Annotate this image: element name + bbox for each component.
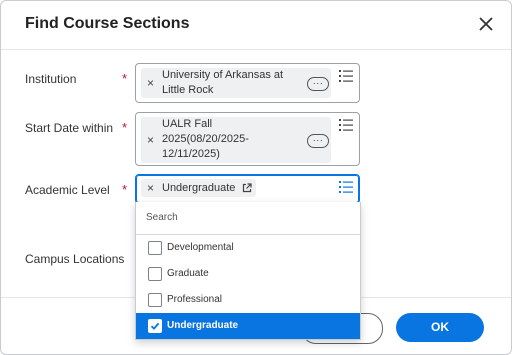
start-date-label: Start Date within — [25, 121, 114, 135]
institution-list-icon[interactable] — [339, 70, 353, 82]
academic-level-list-icon[interactable] — [339, 181, 353, 193]
start-date-value-line2: 2025(08/20/2025- — [162, 133, 249, 145]
remove-start-date-icon[interactable]: × — [147, 133, 154, 147]
start-date-required-mark: * — [122, 120, 128, 135]
option-label: Graduate — [167, 268, 209, 279]
dropdown-search-input[interactable]: Search — [146, 212, 178, 223]
academic-level-pill: × Undergraduate — [141, 179, 256, 197]
remove-academic-level-icon[interactable]: × — [147, 181, 154, 195]
external-link-icon[interactable] — [242, 183, 252, 193]
option-developmental[interactable]: Developmental — [136, 235, 360, 261]
institution-pill: × University of Arkansas at Little Rock … — [141, 68, 331, 98]
academic-level-dropdown: Search Developmental Graduate Profession… — [135, 202, 361, 340]
option-label: Developmental — [167, 242, 234, 253]
find-course-sections-dialog: Find Course Sections Institution * × Uni… — [0, 0, 512, 355]
institution-label: Institution — [25, 72, 77, 86]
option-graduate[interactable]: Graduate — [136, 261, 360, 287]
checkbox[interactable] — [148, 241, 162, 255]
header-divider — [1, 49, 511, 50]
institution-value-line2: Little Rock — [162, 84, 214, 96]
option-label: Undergraduate — [167, 320, 239, 331]
close-icon[interactable] — [475, 13, 497, 35]
academic-level-required-mark: * — [122, 182, 128, 197]
start-date-list-icon[interactable] — [339, 119, 353, 131]
start-date-pill: × UALR Fall 2025(08/20/2025- 12/11/2025)… — [141, 117, 331, 163]
start-date-field[interactable]: × UALR Fall 2025(08/20/2025- 12/11/2025)… — [135, 112, 360, 166]
remove-institution-icon[interactable]: × — [147, 76, 154, 90]
option-professional[interactable]: Professional — [136, 287, 360, 313]
option-label: Professional — [167, 294, 223, 305]
institution-more-icon[interactable]: ··· — [307, 77, 329, 91]
institution-field[interactable]: × University of Arkansas at Little Rock … — [135, 63, 360, 103]
checkbox[interactable] — [148, 267, 162, 281]
start-date-value-line3: 12/11/2025) — [162, 148, 220, 160]
checkmark-icon — [150, 322, 160, 330]
institution-value-line1: University of Arkansas at — [162, 69, 284, 81]
dialog-title: Find Course Sections — [25, 15, 190, 32]
ok-button[interactable]: OK — [396, 313, 484, 342]
start-date-more-icon[interactable]: ··· — [307, 134, 329, 148]
academic-level-value: Undergraduate — [162, 182, 236, 194]
start-date-value-line1: UALR Fall — [162, 118, 213, 130]
checkbox[interactable] — [148, 293, 162, 307]
checkbox-checked[interactable] — [148, 319, 162, 333]
option-undergraduate[interactable]: Undergraduate — [136, 313, 360, 339]
institution-required-mark: * — [122, 71, 128, 86]
academic-level-label: Academic Level — [25, 183, 110, 197]
campus-locations-label: Campus Locations — [25, 252, 125, 266]
academic-level-field[interactable]: × Undergraduate — [135, 174, 360, 204]
